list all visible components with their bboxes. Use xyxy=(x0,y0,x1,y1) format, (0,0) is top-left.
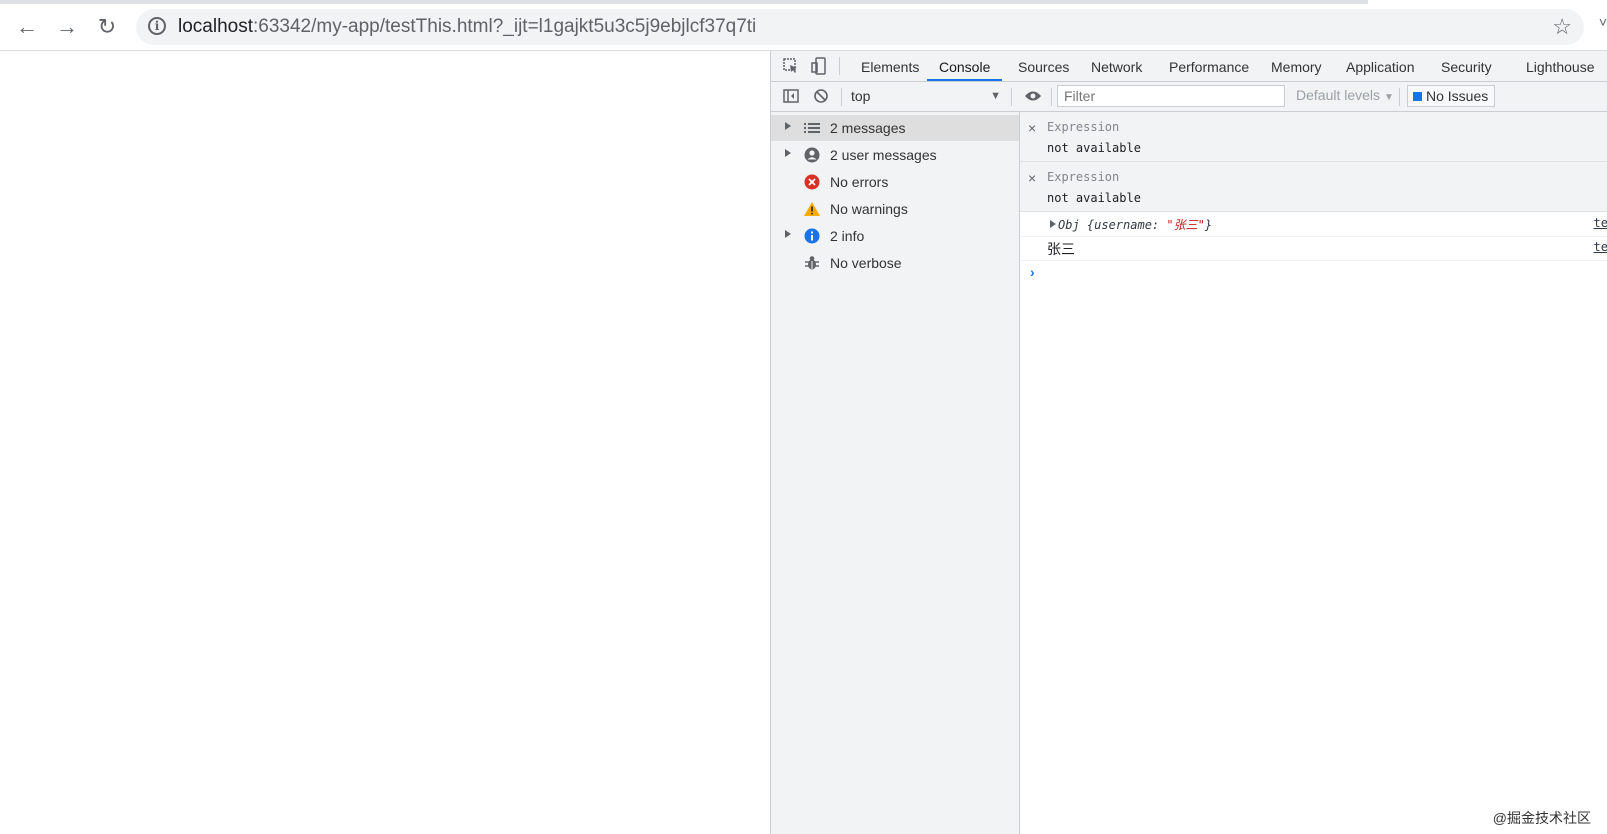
source-link[interactable]: te xyxy=(1594,216,1607,230)
sidebar-toggle-icon[interactable] xyxy=(781,86,801,106)
console-sidebar: 2 messages 2 user messages No errors No … xyxy=(771,112,1020,834)
list-icon xyxy=(803,119,821,137)
sidebar-item-warnings[interactable]: No warnings xyxy=(771,196,1019,222)
close-icon[interactable]: × xyxy=(1028,120,1036,136)
object-suffix: } xyxy=(1204,218,1213,232)
object-preview[interactable]: Obj {username: "张三"} xyxy=(1058,216,1212,233)
sidebar-item-info[interactable]: 2 info xyxy=(771,223,1019,249)
sidebar-item-errors[interactable]: No errors xyxy=(771,169,1019,195)
url-host: localhost xyxy=(178,16,253,37)
star-icon[interactable]: ☆ xyxy=(1552,14,1572,40)
default-levels-dropdown[interactable]: Default levels ▼ xyxy=(1296,87,1394,103)
expand-arrow-icon[interactable] xyxy=(785,122,791,130)
live-expression: × Expression not available xyxy=(1020,112,1607,162)
devtools-tab-bar: Elements Console Sources Network Perform… xyxy=(771,51,1607,82)
live-expression: × Expression not available xyxy=(1020,162,1607,212)
context-value: top xyxy=(851,88,871,104)
sidebar-item-user-messages[interactable]: 2 user messages xyxy=(771,142,1019,168)
filter-input[interactable] xyxy=(1057,85,1285,107)
object-string-value: "张三" xyxy=(1166,218,1205,232)
info-icon[interactable]: i xyxy=(148,17,166,35)
tab-network[interactable]: Network xyxy=(1091,51,1142,81)
separator xyxy=(1399,88,1400,106)
url-text[interactable]: localhost:63342/my-app/testThis.html?_ij… xyxy=(178,16,756,38)
error-icon xyxy=(803,173,821,191)
close-icon[interactable]: × xyxy=(1028,170,1036,186)
expression-value: not available xyxy=(1047,191,1141,205)
sidebar-item-label: No errors xyxy=(830,174,889,190)
context-selector[interactable]: top ▼ xyxy=(851,86,1001,106)
url-path: :63342/my-app/testThis.html?_ijt=l1gajkt… xyxy=(253,16,757,37)
expand-arrow-icon[interactable] xyxy=(1050,220,1056,228)
source-link[interactable]: te xyxy=(1594,240,1607,254)
tab-memory[interactable]: Memory xyxy=(1271,51,1322,81)
browser-toolbar: ← → ↻ i localhost:63342/my-app/testThis.… xyxy=(0,4,1607,51)
console-toolbar: top ▼ Default levels ▼ No Issues xyxy=(771,82,1607,112)
expand-arrow-icon[interactable] xyxy=(785,149,791,157)
tab-console[interactable]: Console xyxy=(927,51,1003,81)
tab-security[interactable]: Security xyxy=(1441,51,1492,81)
sidebar-item-messages[interactable]: 2 messages xyxy=(771,115,1019,141)
chevron-down-icon[interactable]: ˅ xyxy=(1599,14,1607,30)
console-output: × Expression not available × Expression … xyxy=(1020,112,1607,834)
separator xyxy=(839,57,840,75)
devtools-panel: Elements Console Sources Network Perform… xyxy=(770,51,1607,834)
info-icon xyxy=(803,227,821,245)
address-bar[interactable]: i localhost:63342/my-app/testThis.html?_… xyxy=(136,9,1584,45)
tab-application[interactable]: Application xyxy=(1346,51,1415,81)
tab-performance[interactable]: Performance xyxy=(1169,51,1249,81)
sidebar-item-verbose[interactable]: No verbose xyxy=(771,250,1019,276)
clear-console-icon[interactable] xyxy=(811,86,831,106)
sidebar-item-label: 2 user messages xyxy=(830,147,937,163)
issues-label: No Issues xyxy=(1426,88,1489,104)
device-toolbar-icon[interactable] xyxy=(809,56,829,76)
levels-label: Default levels xyxy=(1296,87,1381,103)
separator xyxy=(1051,88,1052,106)
page-viewport xyxy=(0,51,770,834)
flag-icon xyxy=(1413,92,1422,101)
console-message: Obj {username: "张三"} te xyxy=(1020,212,1607,237)
expression-name[interactable]: Expression xyxy=(1047,170,1119,184)
eye-icon[interactable] xyxy=(1023,86,1043,106)
expression-name[interactable]: Expression xyxy=(1047,120,1119,134)
tab-elements[interactable]: Elements xyxy=(861,51,919,81)
inspect-element-icon[interactable] xyxy=(781,56,801,76)
issues-button[interactable]: No Issues xyxy=(1407,85,1496,107)
sidebar-item-label: 2 messages xyxy=(830,120,906,136)
separator xyxy=(1011,88,1012,106)
expression-value: not available xyxy=(1047,141,1141,155)
dropdown-arrow-icon: ▼ xyxy=(990,90,1001,102)
sidebar-item-label: No warnings xyxy=(830,201,908,217)
user-icon xyxy=(803,146,821,164)
sidebar-item-label: No verbose xyxy=(830,255,902,271)
reload-icon[interactable]: ↻ xyxy=(91,11,123,43)
sidebar-item-label: 2 info xyxy=(830,228,865,244)
tab-sources[interactable]: Sources xyxy=(1018,51,1069,81)
warning-icon xyxy=(803,200,821,218)
forward-arrow-icon[interactable]: → xyxy=(51,11,83,43)
object-prefix: Obj {username: xyxy=(1058,218,1167,232)
tab-lighthouse[interactable]: Lighthouse xyxy=(1526,51,1595,81)
bug-icon xyxy=(803,254,821,272)
back-arrow-icon[interactable]: ← xyxy=(11,11,43,43)
console-prompt-icon[interactable]: › xyxy=(1030,264,1035,280)
watermark: @掘金技术社区 xyxy=(1492,810,1591,826)
expand-arrow-icon[interactable] xyxy=(785,230,791,238)
separator xyxy=(841,88,842,106)
message-text: 张三 xyxy=(1047,242,1075,258)
dropdown-arrow-icon: ▼ xyxy=(1383,92,1394,103)
console-message: 张三 te xyxy=(1020,236,1607,261)
